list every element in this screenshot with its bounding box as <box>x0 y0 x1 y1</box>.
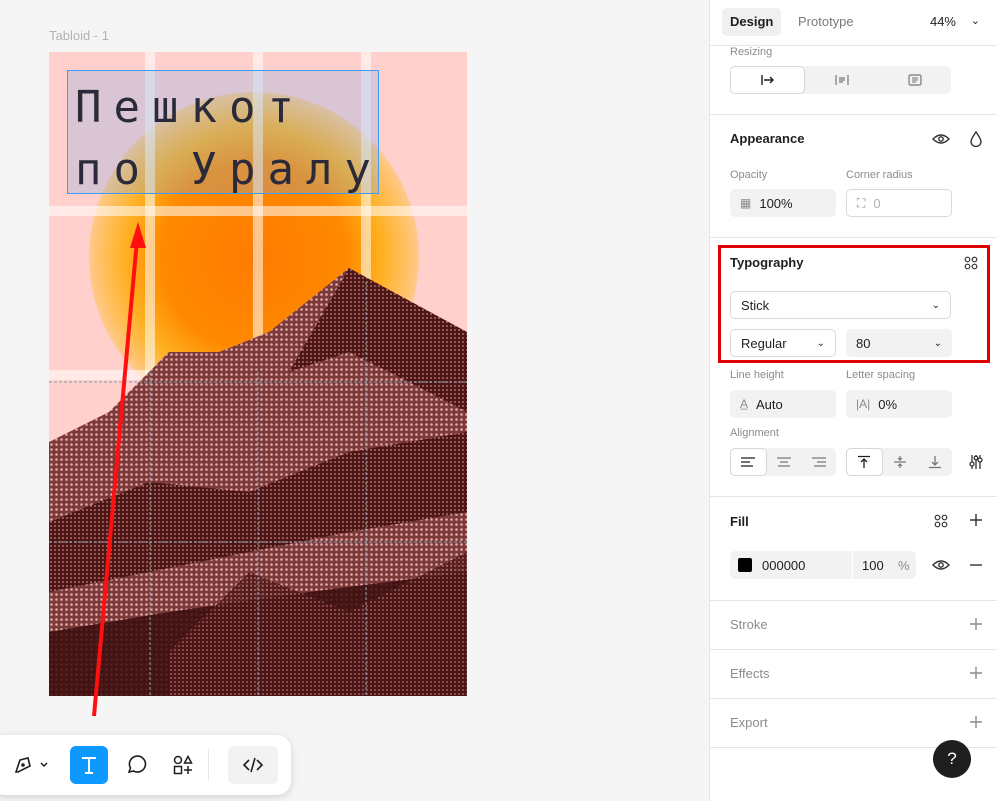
add-stroke-plus-icon[interactable] <box>964 612 988 636</box>
line-height-label: Line height <box>730 369 784 381</box>
resizing-label: Resizing <box>730 46 773 58</box>
resizing-segmented-control <box>730 66 951 94</box>
corner-radius-value: 0 <box>873 195 881 211</box>
type-settings-icon[interactable] <box>964 450 988 474</box>
code-icon[interactable] <box>228 746 278 784</box>
opacity-icon: ▦ <box>740 196 752 210</box>
fill-color-field[interactable]: 000000 100 % <box>730 551 916 579</box>
vertical-alignment-control <box>846 448 952 476</box>
opacity-value: 100% <box>759 195 793 211</box>
align-right-icon[interactable] <box>801 448 836 476</box>
letter-spacing-field[interactable]: |A| 0% <box>846 390 952 418</box>
chevron-down-icon[interactable] <box>34 746 54 784</box>
align-top-icon[interactable] <box>846 448 883 476</box>
tab-prototype[interactable]: Prototype <box>790 8 862 36</box>
font-family-value: Stick <box>741 297 770 313</box>
remove-fill-minus-icon[interactable] <box>964 553 988 577</box>
font-weight-value: Regular <box>741 335 787 351</box>
zoom-level[interactable]: 44% <box>930 14 956 29</box>
letter-spacing-value: 0% <box>878 396 898 412</box>
divider <box>710 114 997 115</box>
help-button[interactable]: ? <box>933 740 971 778</box>
design-panel: Design Prototype 44% ⌄ Resizing Appearan… <box>709 0 997 801</box>
fixed-size-icon[interactable] <box>878 66 951 94</box>
typography-title: Typography <box>730 255 804 270</box>
fill-percent-sign: % <box>898 557 910 573</box>
line-height-icon: A̲ <box>740 397 749 411</box>
font-size-select[interactable]: 80 ⌄ <box>846 329 952 357</box>
divider <box>710 237 997 238</box>
bottom-toolbar <box>0 735 291 795</box>
font-weight-select[interactable]: Regular ⌄ <box>730 329 836 357</box>
poster-title-line-1[interactable]: Пешкот <box>75 82 306 133</box>
poster-frame[interactable]: Пешкот по Уралу <box>49 52 467 696</box>
horizontal-alignment-control <box>730 448 836 476</box>
alignment-label: Alignment <box>730 427 779 439</box>
fill-title: Fill <box>730 514 749 529</box>
chevron-down-icon: ⌄ <box>816 337 825 349</box>
chevron-down-icon: ⌄ <box>931 299 940 311</box>
auto-width-icon[interactable] <box>730 66 805 94</box>
corner-radius-icon: ⛶ <box>857 195 866 210</box>
poster-title-line-2[interactable]: по Уралу <box>75 144 383 195</box>
align-center-icon[interactable] <box>767 448 802 476</box>
add-export-plus-icon[interactable] <box>964 710 988 734</box>
eye-icon[interactable] <box>929 553 953 577</box>
letter-spacing-icon: |A| <box>856 397 871 411</box>
text-styles-grid-icon[interactable] <box>959 251 983 275</box>
add-effect-plus-icon[interactable] <box>964 661 988 685</box>
divider <box>710 496 997 497</box>
corner-radius-field[interactable]: ⛶ 0 <box>846 189 952 217</box>
add-fill-plus-icon[interactable] <box>964 508 988 532</box>
export-title: Export <box>730 715 768 730</box>
appearance-title: Appearance <box>730 131 805 146</box>
chevron-down-icon[interactable]: ⌄ <box>971 14 980 27</box>
corner-radius-label: Corner radius <box>846 169 913 181</box>
divider <box>710 600 997 601</box>
stroke-title: Stroke <box>730 617 768 632</box>
align-middle-icon[interactable] <box>883 448 918 476</box>
font-size-value: 80 <box>856 335 871 351</box>
opacity-label: Opacity <box>730 169 768 181</box>
line-height-field[interactable]: A̲ Auto <box>730 390 836 418</box>
fill-hex-value: 000000 <box>762 557 806 573</box>
frame-label[interactable]: Tabloid - 1 <box>49 28 109 43</box>
font-family-select[interactable]: Stick ⌄ <box>730 291 951 319</box>
align-left-icon[interactable] <box>730 448 767 476</box>
blend-drop-icon[interactable] <box>964 127 988 151</box>
divider <box>710 649 997 650</box>
shapes-icon[interactable] <box>164 746 202 784</box>
eye-icon[interactable] <box>929 127 953 151</box>
opacity-field[interactable]: ▦ 100% <box>730 189 836 217</box>
toolbar-divider <box>208 749 209 781</box>
line-height-value: Auto <box>756 396 783 412</box>
fill-color-swatch[interactable] <box>738 558 752 572</box>
canvas[interactable]: Tabloid - 1 Пешкот по Уралу <box>0 0 709 801</box>
fill-styles-grid-icon[interactable] <box>929 509 953 533</box>
panel-tabs: Design Prototype 44% ⌄ <box>710 0 997 42</box>
tab-design[interactable]: Design <box>722 8 782 36</box>
chevron-down-icon: ⌄ <box>933 337 942 349</box>
auto-height-icon[interactable] <box>805 66 878 94</box>
field-divider <box>852 551 853 579</box>
effects-title: Effects <box>730 666 770 681</box>
letter-spacing-label: Letter spacing <box>846 369 916 381</box>
divider <box>710 698 997 699</box>
align-bottom-icon[interactable] <box>917 448 952 476</box>
comment-icon[interactable] <box>117 746 155 784</box>
fill-opacity-value[interactable]: 100 <box>862 558 884 573</box>
text-icon[interactable] <box>70 746 108 784</box>
